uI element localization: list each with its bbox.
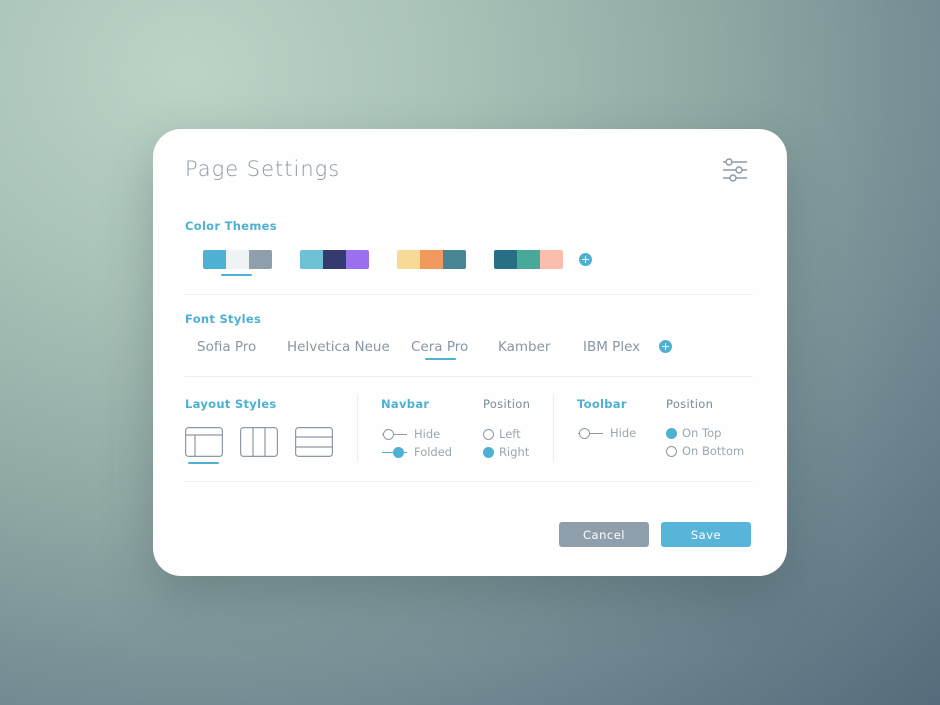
- radio-button: [666, 427, 677, 439]
- add-font-button[interactable]: +: [659, 340, 672, 353]
- color-theme-4[interactable]: [494, 250, 563, 269]
- swatch-color: [226, 250, 249, 269]
- option-label: Hide: [414, 427, 441, 441]
- option-label: On Top: [682, 426, 722, 440]
- swatch-color: [323, 250, 346, 269]
- navbar-folded-toggle[interactable]: Folded: [382, 445, 452, 459]
- radio-button: [483, 428, 494, 440]
- font-option-cera-pro[interactable]: Cera Pro: [411, 339, 468, 355]
- swatch-color: [420, 250, 443, 269]
- font-styles-label: Font Styles: [185, 312, 262, 326]
- toolbar-position-top-radio[interactable]: On Top: [666, 426, 721, 440]
- swatch-color: [517, 250, 540, 269]
- page-settings-dialog: Page Settings Color Themes + Font Styles…: [153, 129, 787, 576]
- toggle-switch: [382, 446, 407, 458]
- swatch-color: [540, 250, 563, 269]
- divider: [553, 394, 554, 462]
- layout-columns-icon[interactable]: [240, 427, 278, 457]
- color-theme-3[interactable]: [397, 250, 466, 269]
- font-option-ibm-plex[interactable]: IBM Plex: [583, 339, 640, 355]
- toggle-switch: [578, 427, 603, 439]
- layout-sidebar-icon[interactable]: [185, 427, 223, 457]
- sliders-icon[interactable]: [721, 157, 749, 183]
- swatch-color: [346, 250, 369, 269]
- font-option-helvetica-neue[interactable]: Helvetica Neue: [287, 339, 390, 355]
- toolbar-position-label: Position: [666, 397, 714, 411]
- dialog-title: Page Settings: [185, 157, 341, 181]
- swatch-color: [203, 250, 226, 269]
- color-theme-2[interactable]: [300, 250, 369, 269]
- font-option-kamber[interactable]: Kamber: [498, 339, 550, 355]
- divider: [185, 376, 753, 377]
- add-color-theme-button[interactable]: +: [579, 253, 592, 266]
- navbar-position-right-radio[interactable]: Right: [483, 445, 529, 459]
- swatch-color: [300, 250, 323, 269]
- save-button[interactable]: Save: [661, 522, 751, 547]
- selected-layout-indicator: [188, 462, 219, 464]
- color-themes-label: Color Themes: [185, 219, 277, 233]
- divider: [185, 481, 753, 482]
- swatch-color: [249, 250, 272, 269]
- toolbar-hide-toggle[interactable]: Hide: [578, 426, 636, 440]
- toolbar-label: Toolbar: [577, 397, 627, 411]
- radio-button: [483, 446, 494, 458]
- toggle-switch: [382, 428, 407, 440]
- layout-rows-icon[interactable]: [295, 427, 333, 457]
- navbar-label: Navbar: [381, 397, 430, 411]
- navbar-position-left-radio[interactable]: Left: [483, 427, 521, 441]
- option-label: Left: [499, 427, 521, 441]
- swatch-color: [494, 250, 517, 269]
- toolbar-position-bottom-radio[interactable]: On Bottom: [666, 444, 744, 458]
- option-label: Folded: [414, 445, 453, 459]
- navbar-hide-toggle[interactable]: Hide: [382, 427, 440, 441]
- divider: [185, 294, 753, 295]
- radio-button: [666, 445, 677, 457]
- option-label: On Bottom: [682, 444, 745, 458]
- swatch-color: [443, 250, 466, 269]
- font-option-sofia-pro[interactable]: Sofia Pro: [197, 339, 256, 355]
- option-label: Right: [499, 445, 530, 459]
- option-label: Hide: [610, 426, 637, 440]
- divider: [357, 394, 358, 462]
- cancel-button[interactable]: Cancel: [559, 522, 649, 547]
- selected-font-indicator: [425, 358, 456, 360]
- selected-theme-indicator: [221, 274, 252, 276]
- layout-styles-label: Layout Styles: [185, 397, 277, 411]
- swatch-color: [397, 250, 420, 269]
- color-theme-1[interactable]: [203, 250, 272, 269]
- navbar-position-label: Position: [483, 397, 531, 411]
